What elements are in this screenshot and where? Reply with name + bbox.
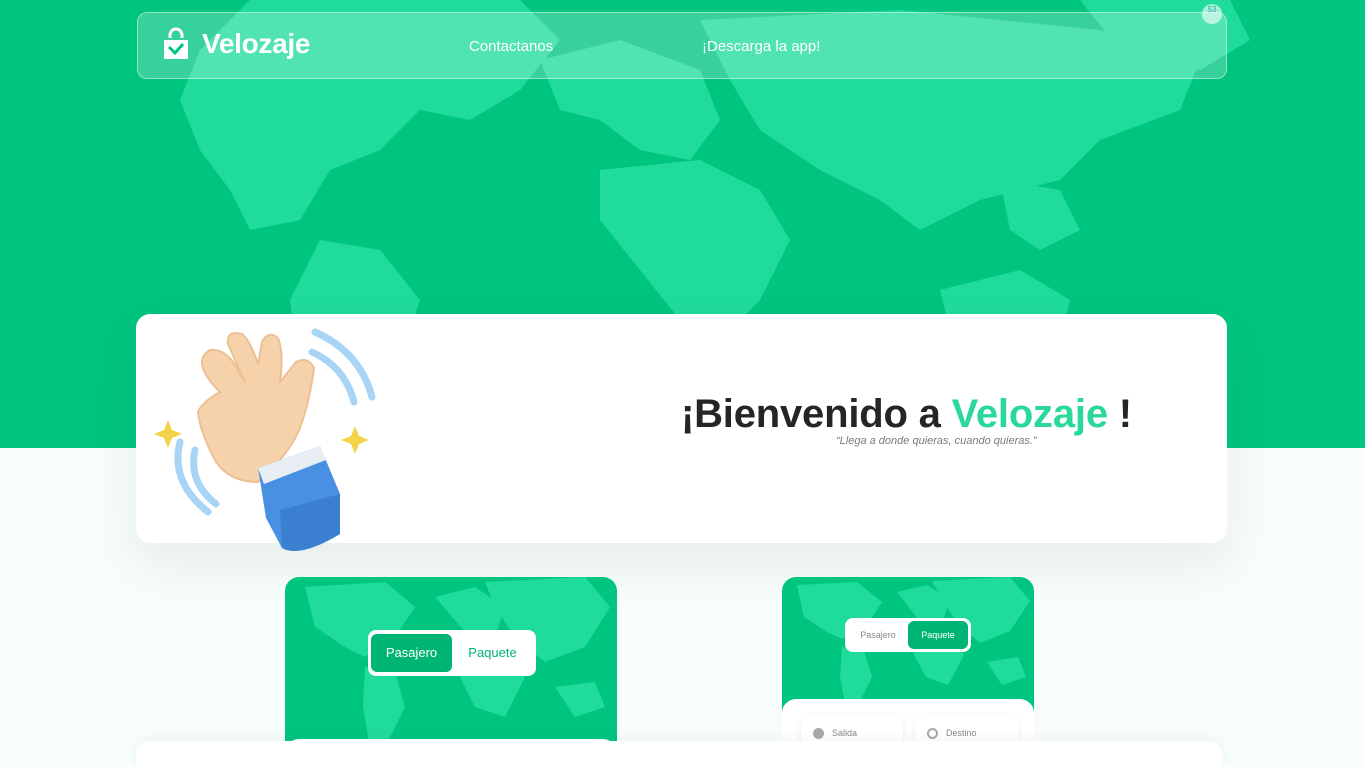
toggle-passenger[interactable]: Pasajero xyxy=(371,634,452,672)
toggle-package[interactable]: Paquete xyxy=(452,634,533,672)
corner-badge[interactable]: 53 xyxy=(1202,4,1222,24)
trip-type-toggle: Pasajero Paquete xyxy=(368,630,536,676)
origin-label: Salida xyxy=(832,728,858,738)
welcome-heading: ¡Bienvenido a Velozaje ! xyxy=(681,392,1132,437)
welcome-heading-suffix: ! xyxy=(1107,392,1132,436)
nav-contact-link[interactable]: Contactanos xyxy=(469,38,553,55)
toggle-package[interactable]: Paquete xyxy=(908,621,968,649)
toggle-passenger[interactable]: Pasajero xyxy=(848,621,908,649)
waving-hand-icon xyxy=(154,328,376,551)
bottom-section-card xyxy=(136,741,1223,767)
trip-type-toggle: Pasajero Paquete xyxy=(845,618,971,652)
shopping-bag-check-icon xyxy=(164,27,188,59)
nav-download-app-link[interactable]: ¡Descarga la app! xyxy=(702,38,820,55)
destination-label: Destino xyxy=(946,728,977,738)
brand-name: Velozaje xyxy=(202,28,311,59)
welcome-heading-prefix: ¡Bienvenido a xyxy=(681,392,952,436)
top-navbar: Velozaje Contactanos ¡Descarga la app! xyxy=(137,12,1227,79)
brand-logo[interactable]: Velozaje xyxy=(162,27,310,61)
destination-ring-icon xyxy=(927,727,938,739)
welcome-heading-brand: Velozaje xyxy=(951,392,1108,436)
origin-dot-icon xyxy=(813,727,824,739)
app-preview-passenger: Pasajero Paquete xyxy=(285,577,617,747)
welcome-tagline: “Llega a donde quieras, cuando quieras.” xyxy=(836,435,1037,447)
